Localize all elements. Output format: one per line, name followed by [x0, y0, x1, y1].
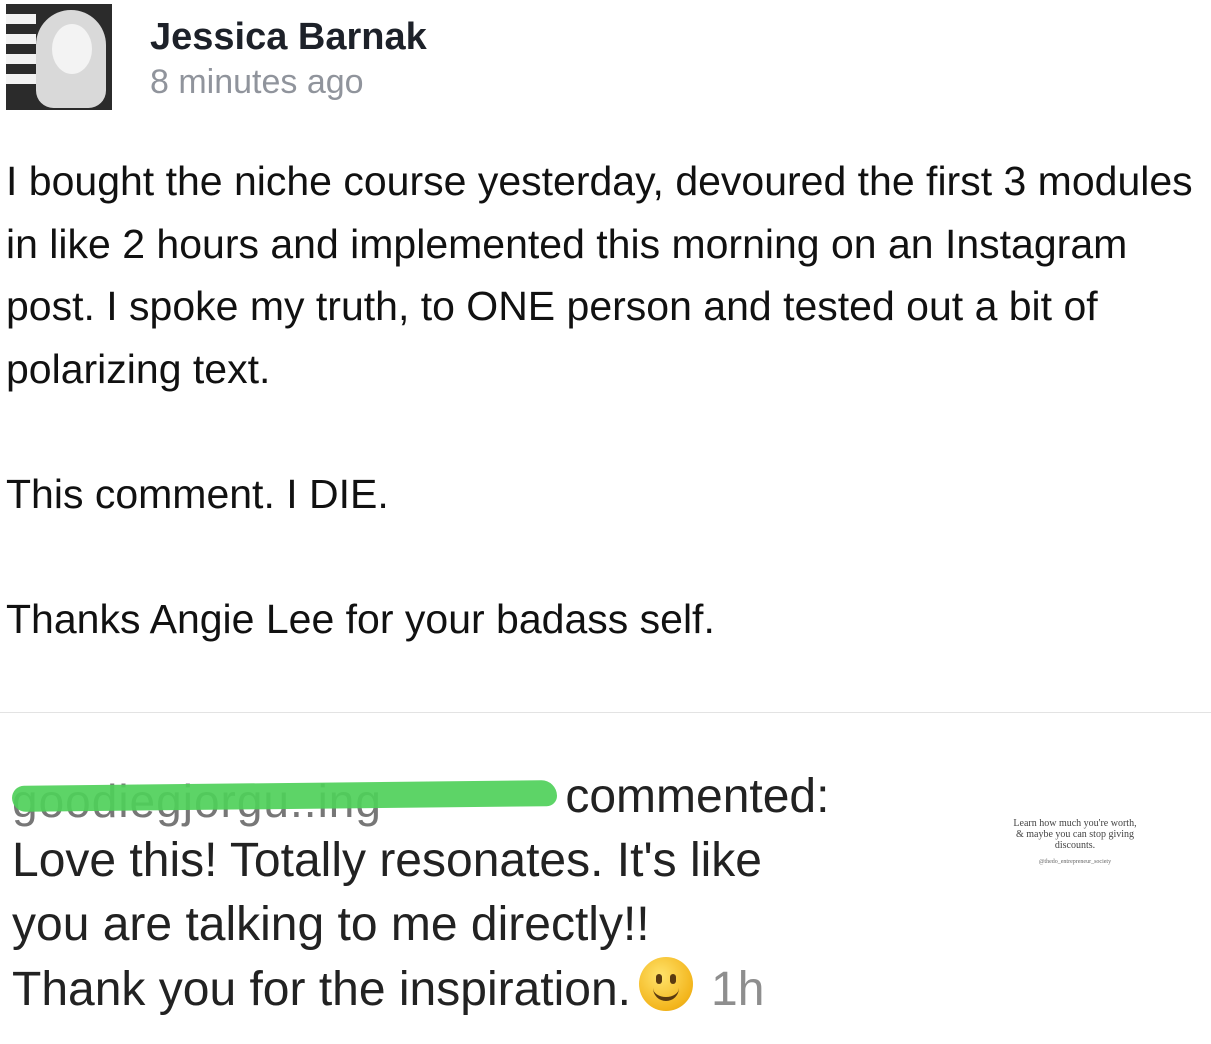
thanks-suffix: for your badass self. — [334, 595, 715, 642]
comment-line: Love this! Totally resonates. It's like — [12, 834, 762, 887]
avatar-stripe — [6, 54, 36, 64]
comment-line-last: Thank you for the inspiration. 1h — [12, 957, 972, 1022]
highlighter-redaction — [11, 780, 558, 813]
comment-line: Thank you for the inspiration. — [12, 963, 632, 1016]
redacted-username: goodiegjorgu..ing — [11, 775, 558, 827]
thumbnail-signature: @thedo_entrepreneur_society — [1038, 859, 1112, 865]
comment-verb: commented: — [565, 770, 830, 823]
mention-link[interactable]: Angie Lee — [150, 596, 335, 642]
post-paragraph: I bought the niche course yesterday, dev… — [6, 158, 1193, 392]
author-name[interactable]: Jessica Barnak — [150, 16, 427, 59]
comment-text: goodiegjorgu..ing commented: Love this! … — [11, 765, 972, 1022]
avatar-face — [52, 24, 92, 74]
post-text: I bought the niche course yesterday, dev… — [6, 150, 1201, 650]
avatar-stripe — [6, 14, 36, 24]
comment-header-line: goodiegjorgu..ing commented: — [11, 765, 972, 829]
smiley-face-icon — [639, 957, 694, 1011]
thanks-prefix: Thanks — [6, 595, 150, 642]
post-thumbnail[interactable]: Learn how much you're worth, & maybe you… — [1010, 818, 1140, 918]
thumbnail-quote: Learn how much you're worth, & maybe you… — [1013, 818, 1137, 851]
author-avatar[interactable] — [6, 4, 112, 110]
avatar-stripe — [6, 74, 36, 84]
post-paragraph: This comment. I DIE. — [6, 470, 389, 517]
post-paragraph-thanks: Thanks Angie Lee for your badass self. — [6, 588, 1201, 651]
post-header: Jessica Barnak 8 minutes ago — [0, 0, 1211, 118]
comment-line: you are talking to me directly!! — [12, 898, 650, 951]
comment-screenshot[interactable]: goodiegjorgu..ing commented: Love this! … — [0, 713, 1211, 1044]
post-timestamp[interactable]: 8 minutes ago — [150, 63, 364, 102]
comment-age: 1h — [711, 963, 765, 1016]
avatar-stripe — [6, 34, 36, 44]
